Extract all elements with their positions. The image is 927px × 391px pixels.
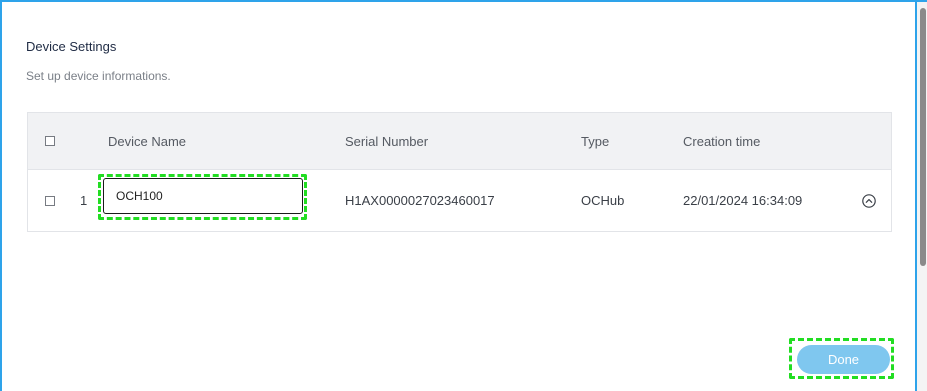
chevron-up-circle-icon[interactable] — [861, 193, 877, 209]
row-index: 1 — [80, 193, 88, 208]
column-header-type: Type — [581, 133, 610, 149]
column-header-serial-number: Serial Number — [345, 133, 429, 149]
table-row: 1 H1AX0000027023460017 OCHub 22/01/2024 … — [28, 170, 891, 231]
type-cell: OCHub — [581, 193, 625, 208]
done-button[interactable]: Done — [797, 345, 890, 374]
serial-number-cell: H1AX0000027023460017 — [345, 193, 495, 208]
scrollbar-thumb[interactable] — [920, 8, 926, 266]
dialog: Device Settings Set up device informatio… — [0, 0, 927, 391]
device-table: Device Name Serial Number Type Creation … — [27, 112, 892, 232]
select-all-checkbox[interactable] — [45, 136, 55, 146]
column-header-creation-time: Creation time — [683, 133, 761, 149]
dialog-title: Device Settings — [26, 39, 117, 54]
dialog-subtitle: Set up device informations. — [26, 69, 171, 83]
creation-time-cell: 22/01/2024 16:34:09 — [683, 193, 803, 208]
column-header-device-name: Device Name — [108, 133, 187, 149]
device-name-input[interactable] — [103, 178, 303, 214]
table-header: Device Name Serial Number Type Creation … — [28, 113, 891, 170]
row-checkbox[interactable] — [45, 195, 55, 206]
